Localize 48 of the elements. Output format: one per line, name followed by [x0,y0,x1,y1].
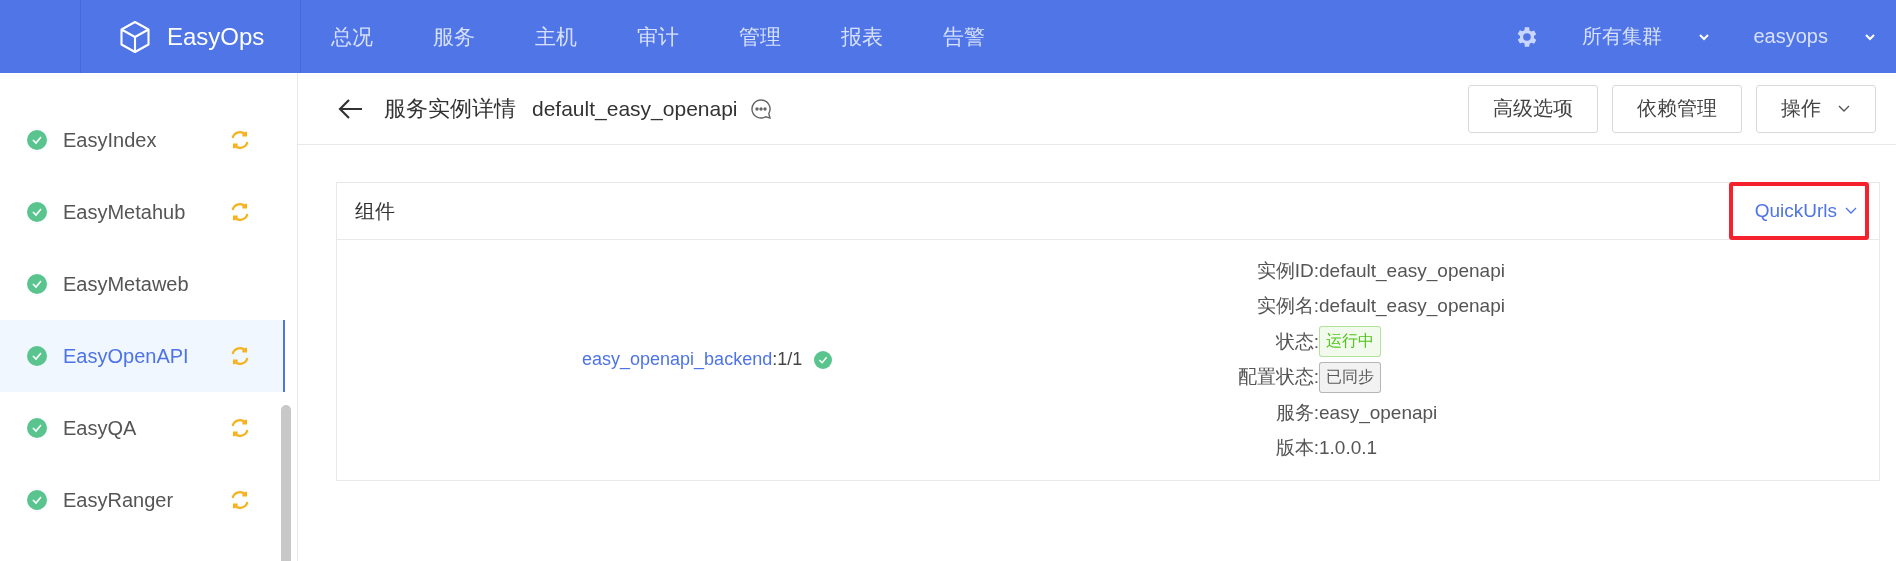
check-circle-icon [27,130,47,150]
component-count: :1/1 [772,349,803,370]
action-button[interactable]: 操作 [1756,84,1876,133]
sidebar-item[interactable]: EasyQA [0,392,285,464]
quick-urls-dropdown[interactable]: QuickUrls [1728,182,1869,240]
sidebar-item[interactable]: EasyRanger [0,464,285,536]
check-circle-icon [27,274,47,294]
back-arrow-icon[interactable] [338,97,364,120]
user-menu[interactable]: easyops [1753,25,1828,48]
detail-value: default_easy_openapi [1319,295,1505,318]
detail-label: 实例ID: [1255,258,1319,283]
detail-label: 状态: [1274,329,1319,354]
status-tag: 运行中 [1319,326,1381,358]
check-circle-icon [27,490,47,510]
nav-item[interactable]: 告警 [913,22,1015,51]
nav-item[interactable]: 审计 [607,22,709,51]
detail-label: 版本: [1274,436,1319,461]
scrollbar[interactable] [281,405,291,561]
nav-item[interactable]: 管理 [709,22,811,51]
detail-value: default_easy_openapi [1319,259,1505,282]
check-circle-icon [27,418,47,438]
sidebar-item[interactable]: EasyMetaweb [0,248,285,320]
page-title: 服务实例详情 [384,94,516,123]
chevron-down-icon [1845,207,1857,215]
detail-label: 实例名: [1255,294,1319,319]
cluster-dropdown[interactable]: 所有集群 [1581,23,1662,50]
sidebar-item[interactable]: EasyIndex [0,104,285,176]
check-circle-icon [27,346,47,366]
detail-value: 1.0.0.1 [1319,437,1378,460]
detail-label: 服务: [1274,400,1319,425]
brand-name: EasyOps [167,22,265,51]
card-title: 组件 [355,198,395,224]
sidebar-item[interactable]: EasyOpenAPI [0,320,285,392]
nav-item[interactable]: 报表 [811,22,913,51]
nav-item[interactable]: 主机 [505,22,607,51]
detail-label: 配置状态: [1236,365,1319,390]
detail-value: easy_openapi [1319,401,1438,424]
cube-logo-icon [117,18,153,55]
check-circle-icon [27,202,47,222]
action-button[interactable]: 高级选项 [1468,84,1598,133]
action-button[interactable]: 依赖管理 [1612,84,1742,133]
sidebar-item[interactable]: EasyMetahub [0,176,285,248]
comment-icon[interactable] [749,97,772,120]
component-link[interactable]: easy_openapi_backend [582,349,773,370]
status-tag: 已同步 [1319,361,1381,393]
nav-item[interactable]: 服务 [403,22,505,51]
nav-item[interactable]: 总况 [301,22,403,51]
instance-name: default_easy_openapi [532,96,738,121]
